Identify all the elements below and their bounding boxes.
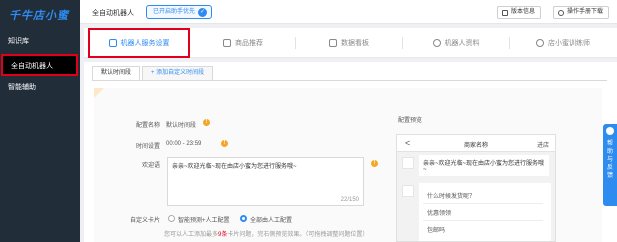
feature-tabs: 机器人服务设置 商品推荐 数据看板 机器人资料 店小蜜训练师: [84, 28, 617, 58]
divider: [423, 220, 543, 221]
greeting-text: 亲亲~欢迎光临~现在由店小蜜为您进行服务哦~: [172, 164, 297, 170]
custom-card-hint: 您可以人工添加最多9条卡片问题，完右侧预览效果。（可拖拽调整问题位置）: [164, 229, 368, 238]
tab-label: 店小蜜训练师: [548, 40, 590, 47]
help-feedback-label: 帮助与反馈: [606, 141, 613, 179]
hint-suffix: 卡片问题，完右侧预览效果。（可拖拽调整问题位置）: [227, 232, 369, 238]
preview-phone: < 商家名称 进店 亲亲~欢迎光临~现在由店小蜜为您进行服务哦~ 什么时候发货呢…: [396, 134, 556, 242]
tab-label: 机器人服务设置: [120, 40, 170, 47]
tab-label: 商品推荐: [235, 40, 263, 47]
radio-smart-predict[interactable]: [168, 215, 175, 222]
version-info-button[interactable]: 版本信息: [497, 6, 542, 19]
time-setting-label: 时间设置: [135, 144, 160, 150]
tab-trainer[interactable]: 店小蜜训练师: [511, 28, 615, 58]
help-icon: [606, 127, 614, 135]
hint-prefix: 您可以人工添加最多: [164, 232, 219, 238]
radio-smart-predict-label: 智能预测+人工配置: [178, 218, 230, 224]
sidebar-item-smart-assist[interactable]: 智能辅助: [0, 77, 80, 99]
preview-header: < 商家名称 进店: [397, 135, 555, 152]
tab-divider: [295, 37, 296, 49]
time-setting-value: 00:00 - 23:59: [166, 141, 202, 147]
greeting-label: 欢迎语: [141, 163, 160, 169]
info-icon[interactable]: !: [371, 160, 378, 167]
info-icon[interactable]: !: [203, 119, 210, 126]
sidebar: 千牛店小蜜 知识库 全自动机器人 智能辅助: [0, 0, 80, 242]
preview-enter-shop: 进店: [536, 143, 549, 149]
time-period-tabs: 默认时间段 + 添加自定义时间段: [92, 66, 215, 81]
avatar: [402, 185, 414, 197]
top-bar: 全自动机器人 已开启助手优先 ✓ 版本信息 操作手册下载: [80, 0, 617, 24]
info-icon[interactable]: !: [221, 140, 228, 147]
dashboard-icon: [329, 39, 337, 47]
trainer-icon: [536, 39, 544, 47]
tab-divider: [509, 37, 510, 49]
tab-label: 机器人资料: [444, 40, 480, 47]
document-icon: [502, 9, 508, 16]
page-title: 全自动机器人: [92, 10, 134, 17]
help-feedback-button[interactable]: 帮助与反馈: [603, 124, 617, 206]
config-name-value: 默认时间段: [166, 123, 197, 129]
manual-download-label: 操作手册下载: [567, 9, 604, 15]
robot-icon: [108, 39, 117, 47]
preview-label: 配置预览: [398, 118, 423, 124]
goods-icon: [223, 39, 231, 47]
custom-card-label: 自定义卡片: [129, 218, 160, 224]
tab-divider: [402, 37, 403, 49]
preview-faq-item: 什么时候发货呢？: [427, 194, 476, 200]
tab-robot-service-settings[interactable]: 机器人服务设置: [88, 28, 190, 58]
tab-product-recommend[interactable]: 商品推荐: [192, 28, 294, 58]
divider: [423, 203, 543, 204]
priority-badge-label: 已开启助手优先: [153, 9, 196, 15]
version-info-label: 版本信息: [511, 9, 536, 15]
preview-faq-item: 包邮吗: [427, 228, 446, 234]
hint-count: 9条: [218, 232, 228, 238]
divider: [92, 80, 607, 81]
preview-shop-name: 商家名称: [463, 143, 488, 149]
char-count: 22/150: [340, 197, 359, 203]
sidebar-item-full-auto-robot[interactable]: 全自动机器人: [1, 54, 78, 76]
app-logo: 千牛店小蜜: [9, 10, 69, 22]
corner-decoration: [94, 88, 104, 98]
sidebar-item-knowledge-base[interactable]: 知识库: [0, 31, 80, 53]
preview-faq-item: 优惠领领: [427, 211, 452, 217]
tab-label: 数据看板: [341, 40, 369, 47]
config-name-label: 配置名称: [135, 123, 160, 129]
help-circle-icon: [558, 9, 564, 16]
priority-badge[interactable]: 已开启助手优先 ✓: [146, 5, 213, 19]
tab-data-dashboard[interactable]: 数据看板: [297, 28, 401, 58]
manual-download-button[interactable]: 操作手册下载: [553, 6, 610, 19]
tab-robot-profile[interactable]: 机器人资料: [404, 28, 508, 58]
robot-profile-icon: [432, 39, 441, 47]
add-custom-period-button[interactable]: + 添加自定义时间段: [142, 66, 214, 81]
radio-manual-config-label: 全部由人工配置: [250, 218, 293, 224]
avatar: [402, 157, 414, 169]
radio-manual-config[interactable]: [240, 215, 247, 222]
subtab-default-period[interactable]: 默认时间段: [92, 66, 141, 81]
check-icon: ✓: [198, 7, 208, 17]
preview-greeting-bubble: 亲亲~欢迎光临~现在由店小蜜为您进行服务哦~: [419, 155, 549, 176]
greeting-textarea[interactable]: 亲亲~欢迎光临~现在由店小蜜为您进行服务哦~ 22/150: [167, 157, 364, 206]
